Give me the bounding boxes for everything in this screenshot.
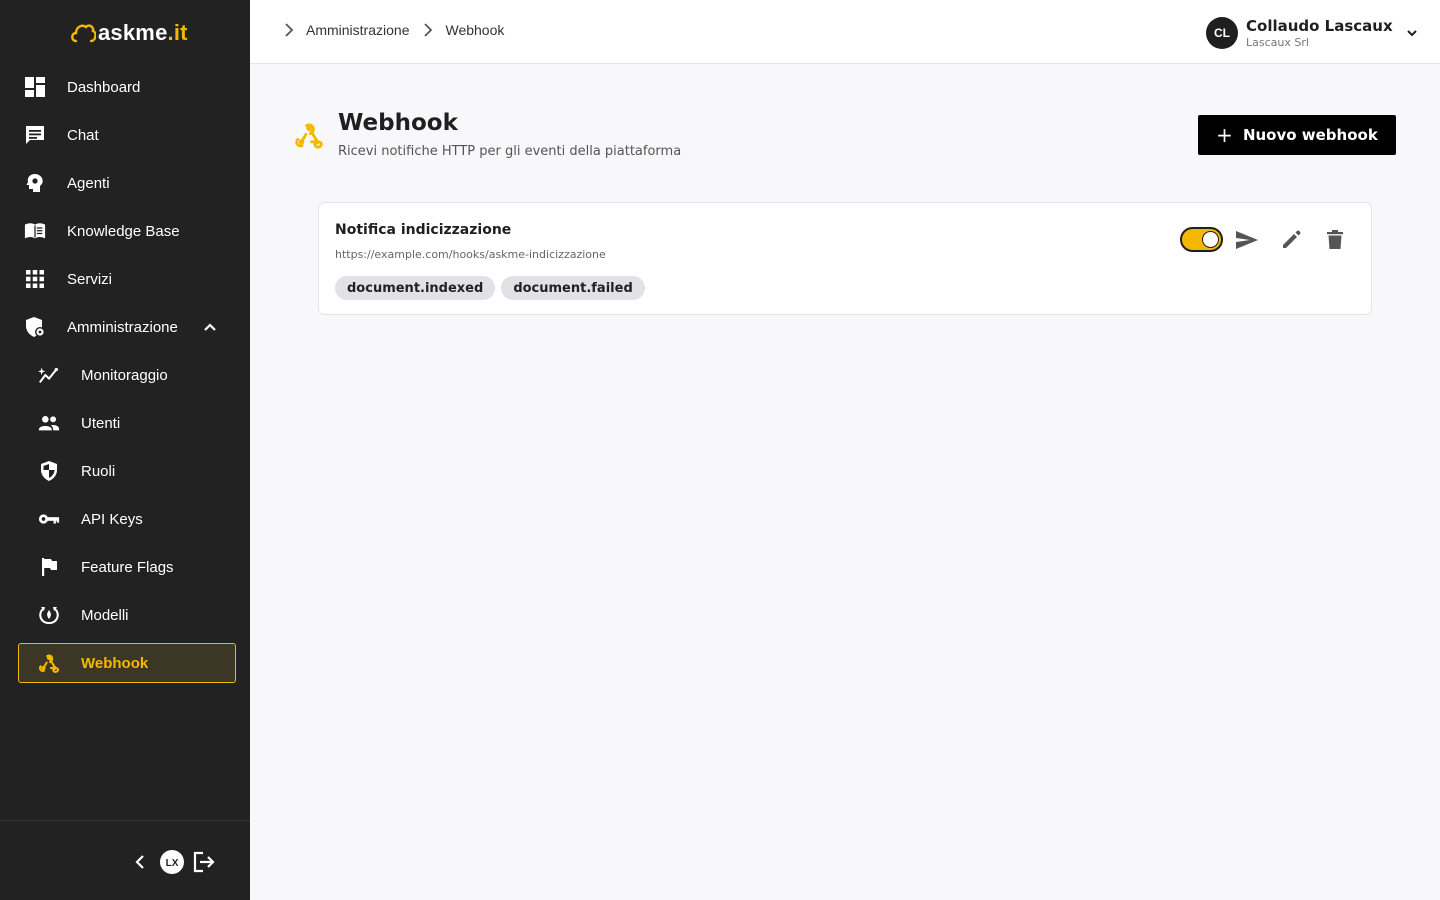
sidebar-item-modelli[interactable]: Modelli [0,591,250,639]
delete-webhook-button[interactable] [1322,227,1348,253]
test-webhook-button[interactable] [1234,227,1260,253]
sidebar-footer: LX [0,820,250,900]
sidebar-item-dashboard[interactable]: Dashboard [0,63,250,111]
sidebar-item-label: Utenti [81,414,121,432]
svg-text:LX: LX [166,858,179,869]
chevron-left-icon [135,855,144,869]
sidebar-item-label: Knowledge Base [67,222,180,240]
agent-head-icon [24,172,46,194]
sidebar-item-label: Ruoli [81,462,116,480]
sidebar-item-knowledge-base[interactable]: Knowledge Base [0,207,250,255]
sidebar: askme.it Dashboard Chat Agenti Knowledge… [0,0,250,900]
model-icon [38,604,60,626]
breadcrumb: Amministrazione Webhook [282,22,516,38]
chevron-down-icon [1406,30,1417,37]
user-menu[interactable]: CL Collaudo Lascaux Lascaux Srl [1206,14,1419,52]
cloud-logo-icon [71,24,96,43]
sidebar-item-label: Amministrazione [67,318,178,336]
grid-icon [24,268,46,290]
event-tag: document.failed [501,276,645,300]
webhook-card: Notifica indicizzazione https://example.… [318,202,1372,315]
sidebar-item-monitoraggio[interactable]: Monitoraggio [0,351,250,399]
webhook-icon [295,123,323,149]
sidebar-item-feature-flags[interactable]: Feature Flags [0,543,250,591]
user-info: Collaudo Lascaux Lascaux Srl [1246,17,1393,50]
key-icon [38,508,60,530]
sidebar-item-agenti[interactable]: Agenti [0,159,250,207]
sidebar-item-label: Modelli [81,606,129,624]
user-name: Collaudo Lascaux [1246,16,1393,35]
webhook-icon [38,652,60,674]
sidebar-item-label: Servizi [67,270,113,288]
admin-shield-icon [24,316,46,338]
new-webhook-button[interactable]: + Nuovo webhook [1198,115,1396,155]
chevron-right-icon [424,23,433,37]
flag-icon [38,556,60,578]
collapse-sidebar-button[interactable] [127,849,153,875]
sidebar-item-label: Feature Flags [81,558,174,576]
monitoring-icon [38,364,60,386]
webhook-enabled-toggle[interactable] [1180,227,1223,252]
breadcrumb-item-amministrazione[interactable]: Amministrazione [306,22,409,38]
sidebar-item-servizi[interactable]: Servizi [0,255,250,303]
book-icon [24,220,46,242]
sidebar-item-label: API Keys [81,510,143,528]
sidebar-item-label: Dashboard [67,78,141,96]
sidebar-item-webhook[interactable]: Webhook [18,643,236,683]
sidebar-item-utenti[interactable]: Utenti [0,399,250,447]
chevron-right-icon [285,23,294,37]
users-icon [38,412,60,434]
page-title: Webhook [338,110,458,136]
page-subtitle: Ricevi notifiche HTTP per gli eventi del… [338,144,682,159]
user-org: Lascaux Srl [1246,35,1309,49]
sidebar-item-chat[interactable]: Chat [0,111,250,159]
topbar: Amministrazione Webhook CL Collaudo Lasc… [250,0,1440,64]
plus-icon: + [1216,123,1233,147]
event-tag: document.indexed [335,276,496,300]
breadcrumb-item-webhook: Webhook [445,22,505,38]
lascaux-logo-icon: LX [160,850,184,874]
sidebar-item-label: Webhook [81,654,149,672]
sidebar-nav: Dashboard Chat Agenti Knowledge Base Ser… [0,63,250,687]
logo-text: askme.it [98,20,188,45]
pencil-icon [1283,230,1301,248]
sidebar-item-label: Chat [67,126,99,144]
webhook-url: https://example.com/hooks/askme-indicizz… [335,248,606,261]
sidebar-item-ruoli[interactable]: Ruoli [0,447,250,495]
shield-icon [38,460,60,482]
send-icon [1236,231,1258,249]
logout-button[interactable] [191,849,217,875]
webhook-events: document.indexed document.failed [335,276,651,300]
sidebar-item-api-keys[interactable]: API Keys [0,495,250,543]
sidebar-item-amministrazione[interactable]: Amministrazione [0,303,250,351]
chat-icon [24,124,46,146]
trash-icon [1327,230,1343,249]
lascaux-badge[interactable]: LX [159,849,185,875]
new-webhook-label: Nuovo webhook [1242,126,1378,144]
dashboard-icon [24,76,46,98]
sidebar-item-label: Agenti [67,174,110,192]
edit-webhook-button[interactable] [1278,227,1304,253]
toggle-knob [1202,231,1219,248]
webhook-name: Notifica indicizzazione [335,222,512,238]
logout-icon [193,851,215,873]
sidebar-item-label: Monitoraggio [81,366,168,384]
logo[interactable]: askme.it [70,18,188,48]
chevron-up-icon[interactable] [202,319,218,335]
avatar: CL [1206,17,1238,49]
